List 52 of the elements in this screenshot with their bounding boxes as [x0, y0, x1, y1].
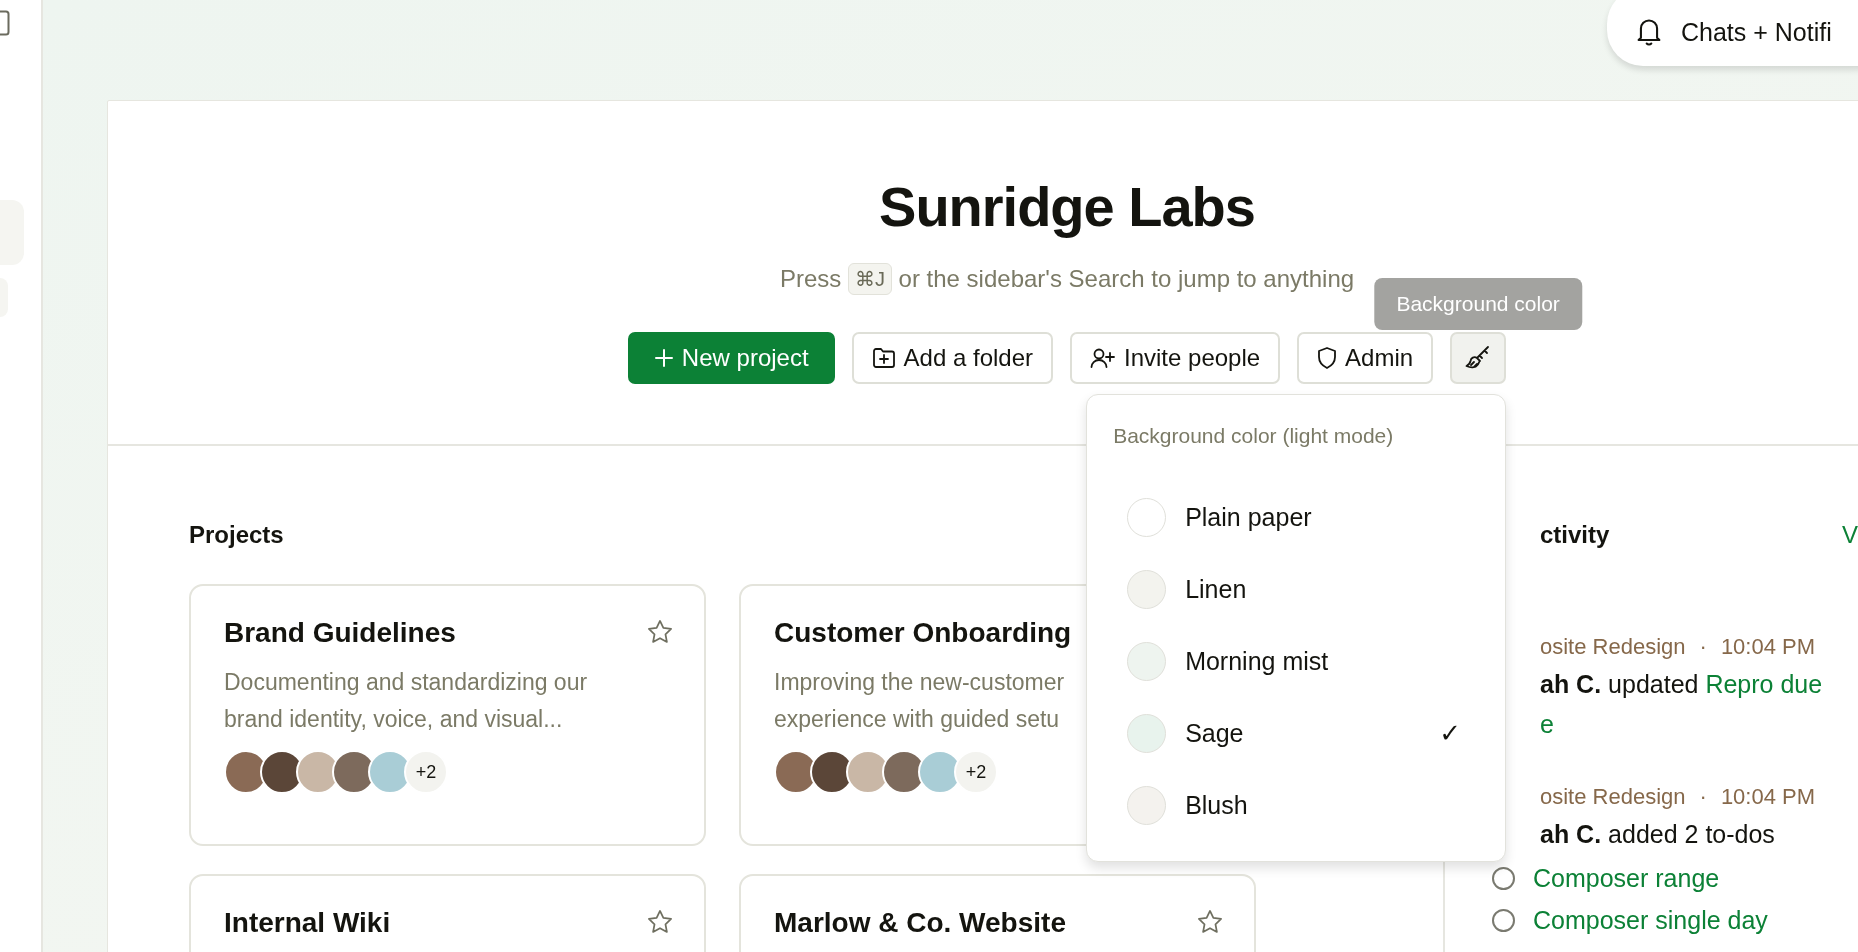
activity-text: ah C. added 2 to-dos	[1540, 819, 1776, 850]
add-folder-button[interactable]: Add a folder	[851, 332, 1053, 384]
todo-link[interactable]: Composer range	[1533, 860, 1720, 896]
project-description: Documenting and standardizing our brand identity, voice, and visual...	[224, 668, 588, 734]
checkmark-icon: ✓	[1439, 717, 1462, 749]
project-title: Customer Onboarding	[774, 616, 1072, 650]
option-label: Plain paper	[1185, 502, 1312, 532]
project-title: Marlow & Co. Website	[774, 906, 1066, 940]
todo-link[interactable]: Composer single day	[1533, 902, 1768, 938]
project-card[interactable]: Brand Guidelines Documenting and standardizing our brand identity, voice, and visual... +2	[189, 584, 706, 846]
plus-icon	[653, 348, 674, 368]
separator-dot: ·	[1699, 633, 1707, 661]
option-label: Sage	[1185, 718, 1244, 748]
page-title: Sunridge Labs	[879, 174, 1255, 240]
shortcut-key: ⌘J	[847, 263, 892, 295]
project-title: Brand Guidelines	[224, 616, 456, 650]
project-title: Internal Wiki	[224, 906, 391, 940]
new-project-button[interactable]: New project	[627, 332, 835, 384]
folder-plus-icon	[871, 347, 896, 369]
activity-text: ah C. updated Repro due	[1540, 669, 1824, 700]
project-card[interactable]: Marlow & Co. Website	[739, 874, 1256, 952]
separator-dot: ·	[1699, 783, 1707, 811]
member-count: +2	[954, 750, 998, 794]
timestamp: 10:04 PM	[1720, 633, 1816, 661]
project-card[interactable]: Internal Wiki	[189, 874, 706, 952]
star-icon[interactable]	[646, 618, 674, 646]
shield-icon	[1317, 346, 1338, 370]
item-link[interactable]: e	[1540, 704, 1554, 744]
section-title: ctivity	[1540, 520, 1610, 550]
section-title: Projects	[189, 520, 284, 550]
admin-button[interactable]: Admin	[1297, 332, 1434, 384]
member-count: +2	[404, 750, 448, 794]
bell-icon	[1635, 17, 1663, 47]
timestamp: 10:04 PM	[1720, 783, 1816, 811]
notifications-button[interactable]: Chats + Notifi	[1607, 0, 1858, 66]
user-plus-icon	[1090, 347, 1116, 369]
invite-people-button[interactable]: Invite people	[1070, 332, 1281, 384]
color-option[interactable]: Plain paper	[1087, 481, 1506, 553]
view-all-link[interactable]: V	[1842, 520, 1858, 550]
tooltip: Background color	[1374, 278, 1582, 330]
project-description: Improving the new-customer experience with guided setu	[774, 668, 1065, 734]
search-hint: Press ⌘J or the sidebar's Search to jump to anything	[779, 262, 1355, 296]
project-name: osite Redesign	[1540, 783, 1686, 811]
project-name: osite Redesign	[1540, 633, 1686, 661]
todo-checkbox[interactable]	[1492, 908, 1515, 932]
item-link[interactable]: Repro due	[1705, 670, 1823, 698]
option-label: Blush	[1185, 790, 1248, 820]
todo-checkbox[interactable]	[1492, 866, 1515, 890]
star-icon[interactable]	[646, 908, 674, 936]
star-icon[interactable]	[1196, 908, 1224, 936]
background-color-button[interactable]	[1450, 332, 1507, 384]
menu-title: Background color (light mode)	[1112, 423, 1395, 449]
